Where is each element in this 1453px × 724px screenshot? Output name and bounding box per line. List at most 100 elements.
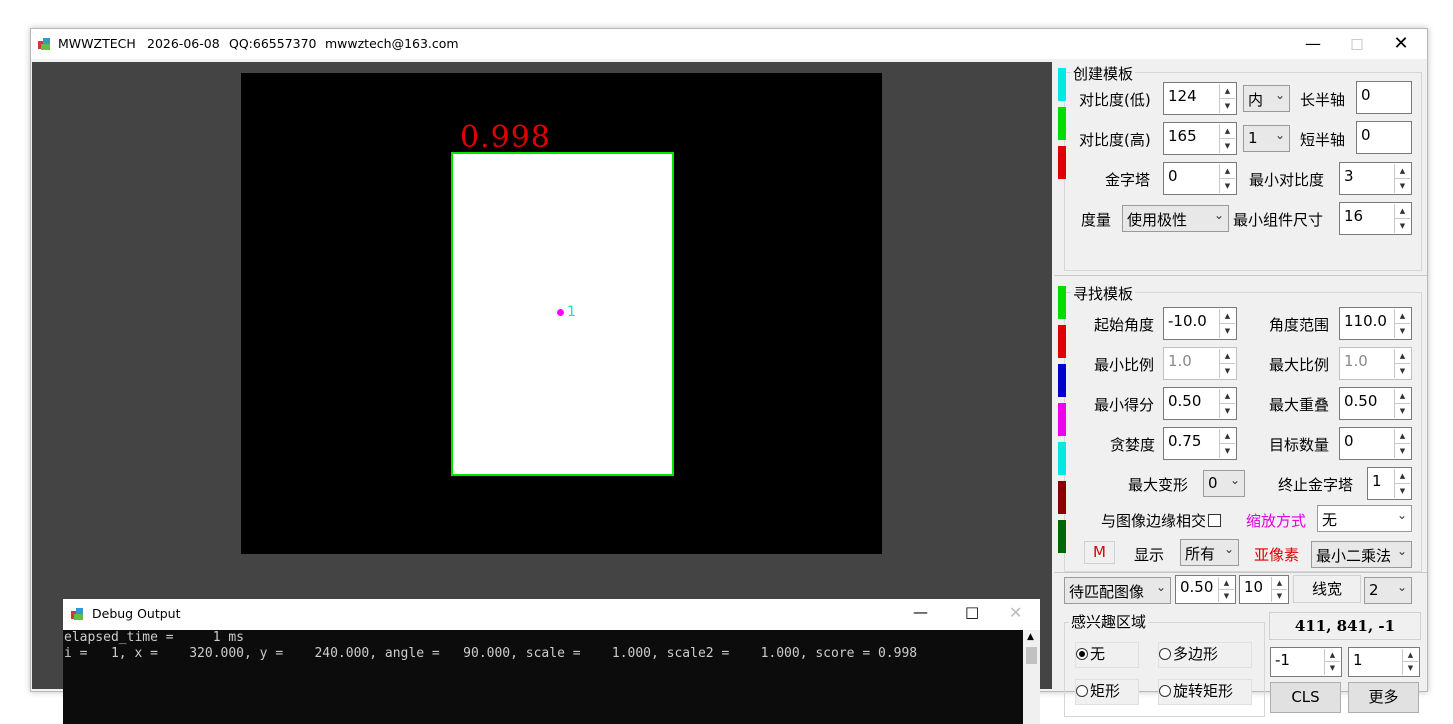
debug-maximize-button[interactable]: □: [965, 603, 979, 621]
spin-up-icon[interactable]: ▲: [1220, 84, 1235, 99]
color-strip-red: [1058, 325, 1066, 358]
min-score-spinner[interactable]: 0.50 ▲ ▼: [1163, 387, 1237, 420]
image-canvas[interactable]: 0.998 1: [241, 73, 882, 554]
checkbox-icon[interactable]: [1208, 514, 1222, 527]
minimize-button[interactable]: —: [1291, 29, 1335, 59]
pyramid-spinner[interactable]: 0 ▲ ▼: [1163, 162, 1237, 195]
roi-rect-radio[interactable]: 矩形: [1075, 679, 1139, 705]
chevron-down-icon: ⌄: [1396, 508, 1407, 522]
step-spinner[interactable]: 10 ▲ ▼: [1239, 575, 1289, 604]
edge-intersect-checkbox[interactable]: 与图像边缘相交: [1101, 510, 1222, 531]
spin-down-icon[interactable]: ▼: [1220, 179, 1235, 193]
debug-app-icon: [70, 605, 86, 621]
spin-up-icon[interactable]: ▲: [1395, 469, 1410, 484]
spin-up-icon[interactable]: ▲: [1220, 349, 1235, 364]
roi-none-radio[interactable]: 无: [1075, 642, 1139, 668]
spin-down-icon[interactable]: ▼: [1220, 444, 1235, 458]
minor-axis-field[interactable]: 0: [1356, 121, 1412, 154]
scale-mode-label: 缩放方式: [1246, 512, 1307, 530]
line-width-select[interactable]: 2 ⌄: [1364, 577, 1412, 604]
color-strip-green: [1058, 286, 1066, 319]
spin-up-icon[interactable]: ▲: [1395, 309, 1410, 324]
angle-range-label: 角度范围: [1269, 316, 1330, 334]
color-strip-darkred: [1058, 481, 1066, 514]
spin-up-icon[interactable]: ▲: [1272, 577, 1287, 590]
debug-minimize-button[interactable]: —: [913, 603, 928, 621]
spin-up-icon[interactable]: ▲: [1220, 124, 1235, 139]
max-overlap-spinner[interactable]: 0.50 ▲ ▼: [1339, 387, 1412, 420]
spin-down-icon[interactable]: ▼: [1395, 219, 1410, 233]
spin-up-icon[interactable]: ▲: [1395, 429, 1410, 444]
spin-down-icon[interactable]: ▼: [1219, 590, 1234, 602]
contrast-high-spinner[interactable]: 165 ▲ ▼: [1163, 122, 1237, 155]
greediness-spinner[interactable]: 0.75 ▲ ▼: [1163, 427, 1237, 460]
line-width-label: 线宽: [1293, 575, 1361, 603]
level-select[interactable]: 1 ⌄: [1243, 125, 1290, 152]
min-contrast-label: 最小对比度: [1249, 171, 1325, 189]
spin-down-icon[interactable]: ▼: [1395, 404, 1410, 418]
spin-down-icon[interactable]: ▼: [1395, 444, 1410, 458]
spin-down-icon[interactable]: ▼: [1403, 662, 1418, 674]
roi-polygon-radio[interactable]: 多边形: [1158, 642, 1252, 668]
debug-scrollbar[interactable]: ▲: [1023, 630, 1040, 724]
spin-up-icon[interactable]: ▲: [1395, 164, 1410, 179]
spin-up-icon[interactable]: ▲: [1220, 389, 1235, 404]
close-button[interactable]: ✕: [1379, 29, 1423, 59]
metric-select[interactable]: 使用极性 ⌄: [1122, 205, 1229, 232]
spin-down-icon[interactable]: ▼: [1220, 324, 1235, 338]
more-button[interactable]: 更多: [1348, 682, 1419, 713]
spin-up-icon[interactable]: ▲: [1395, 349, 1410, 364]
subpixel-label: 亚像素: [1254, 546, 1300, 564]
angle-range-spinner[interactable]: 110.0 ▲ ▼: [1339, 307, 1412, 340]
maximize-button[interactable]: □: [1335, 29, 1379, 59]
stop-pyramid-spinner[interactable]: 1 ▲ ▼: [1367, 467, 1412, 500]
inner-select[interactable]: 内 ⌄: [1243, 85, 1290, 112]
spin-up-icon[interactable]: ▲: [1220, 429, 1235, 444]
value-a-spinner[interactable]: -1 ▲ ▼: [1270, 647, 1342, 677]
color-strip-blue: [1058, 364, 1066, 397]
spin-down-icon[interactable]: ▼: [1272, 590, 1287, 602]
min-contrast-spinner[interactable]: 3 ▲ ▼: [1339, 162, 1412, 195]
spin-down-icon[interactable]: ▼: [1220, 404, 1235, 418]
contrast-low-spinner[interactable]: 124 ▲ ▼: [1163, 82, 1237, 115]
spin-up-icon[interactable]: ▲: [1325, 649, 1340, 662]
debug-close-button[interactable]: ✕: [1009, 603, 1022, 622]
m-button[interactable]: M: [1084, 541, 1115, 564]
spin-up-icon[interactable]: ▲: [1395, 389, 1410, 404]
metric-label: 度量: [1081, 211, 1112, 229]
debug-title-bar: Debug Output — □ ✕: [63, 599, 1040, 629]
spin-down-icon[interactable]: ▼: [1220, 99, 1235, 113]
scroll-up-icon[interactable]: ▲: [1027, 632, 1034, 642]
image-view[interactable]: 0.998 1 Debug Output — □ ✕ elapsed_time …: [32, 62, 1052, 724]
max-scale-spinner[interactable]: 1.0 ▲ ▼: [1339, 347, 1412, 380]
spin-up-icon[interactable]: ▲: [1220, 309, 1235, 324]
spin-up-icon[interactable]: ▲: [1219, 577, 1234, 590]
spin-up-icon[interactable]: ▲: [1395, 204, 1410, 219]
spin-up-icon[interactable]: ▲: [1220, 164, 1235, 179]
min-scale-spinner[interactable]: 1.0 ▲ ▼: [1163, 347, 1237, 380]
spin-down-icon[interactable]: ▼: [1395, 484, 1410, 498]
cls-button[interactable]: CLS: [1270, 682, 1341, 713]
major-axis-field[interactable]: 0: [1356, 81, 1412, 114]
start-angle-spinner[interactable]: -10.0 ▲ ▼: [1163, 307, 1237, 340]
spin-down-icon[interactable]: ▼: [1325, 662, 1340, 674]
roi-rotated-rect-radio[interactable]: 旋转矩形: [1158, 679, 1252, 705]
spin-down-icon[interactable]: ▼: [1220, 364, 1235, 378]
max-deform-select[interactable]: 0 ⌄: [1203, 470, 1245, 497]
subpixel-select[interactable]: 最小二乘法 ⌄: [1311, 541, 1412, 568]
image-source-select[interactable]: 待匹配图像 ⌄: [1064, 577, 1171, 604]
scale-mode-select[interactable]: 无 ⌄: [1317, 505, 1412, 532]
min-comp-size-spinner[interactable]: 16 ▲ ▼: [1339, 202, 1412, 235]
spin-down-icon[interactable]: ▼: [1220, 139, 1235, 153]
debug-title: Debug Output: [92, 606, 181, 621]
value-b-spinner[interactable]: 1 ▲ ▼: [1348, 647, 1420, 677]
spin-down-icon[interactable]: ▼: [1395, 179, 1410, 193]
spin-up-icon[interactable]: ▲: [1403, 649, 1418, 662]
spin-down-icon[interactable]: ▼: [1395, 324, 1410, 338]
color-strip-green: [1058, 107, 1066, 140]
spin-down-icon[interactable]: ▼: [1395, 364, 1410, 378]
num-targets-spinner[interactable]: 0 ▲ ▼: [1339, 427, 1412, 460]
display-select[interactable]: 所有 ⌄: [1180, 539, 1239, 566]
scroll-thumb[interactable]: [1026, 647, 1037, 664]
zoom-spinner[interactable]: 0.50 ▲ ▼: [1175, 575, 1236, 604]
